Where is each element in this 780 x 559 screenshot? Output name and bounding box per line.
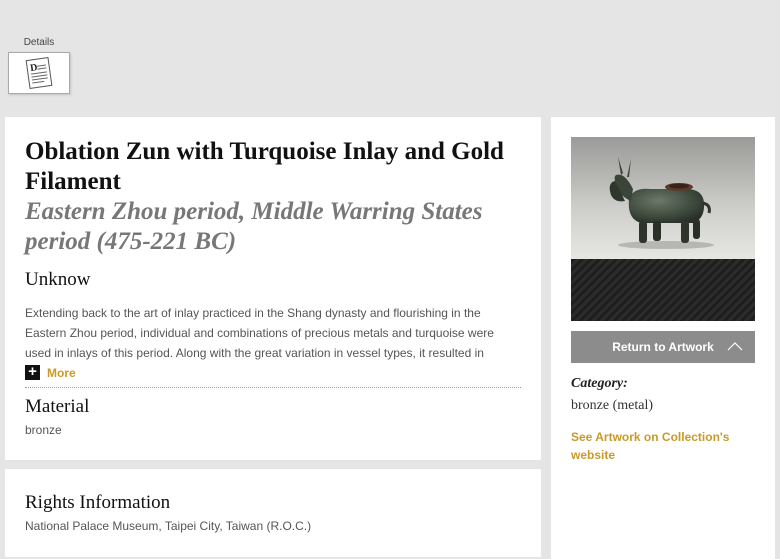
- material-heading: Material: [25, 396, 90, 417]
- return-label: Return to Artwork: [612, 340, 714, 354]
- category-label: Category:: [571, 376, 628, 391]
- divider: [25, 387, 521, 388]
- artwork-thumbnail[interactable]: [571, 137, 755, 321]
- artwork-image: [571, 137, 755, 321]
- material-value: bronze: [25, 423, 62, 437]
- artwork-sidebar: Return to Artwork Category: bronze (meta…: [551, 117, 775, 559]
- more-label: More: [47, 365, 76, 380]
- details-button[interactable]: D: [8, 52, 70, 94]
- see-artwork-link[interactable]: See Artwork on Collection's website: [571, 428, 751, 464]
- rights-value: National Palace Museum, Taipei City, Tai…: [25, 519, 312, 533]
- category-value: bronze (metal): [571, 398, 654, 413]
- return-to-artwork-button[interactable]: Return to Artwork: [571, 331, 755, 363]
- artwork-info-panel: Oblation Zun with Turquoise Inlay and Go…: [5, 117, 541, 460]
- plus-icon: +: [25, 364, 40, 380]
- artwork-artist: Unknow: [25, 269, 91, 290]
- artwork-period: Eastern Zhou period, Middle Warring Stat…: [25, 198, 483, 255]
- document-icon-letter: D: [30, 62, 39, 74]
- rights-heading: Rights Information: [25, 492, 171, 513]
- rights-panel: Rights Information National Palace Museu…: [5, 469, 541, 557]
- document-icon: D: [25, 57, 53, 89]
- artwork-title: Oblation Zun with Turquoise Inlay and Go…: [25, 138, 504, 195]
- details-label: Details: [23, 37, 55, 48]
- more-button[interactable]: + More: [25, 364, 76, 380]
- artwork-description: Extending back to the art of inlay pract…: [25, 306, 494, 360]
- chevron-up-icon: [727, 342, 743, 351]
- details-tab[interactable]: Details D: [8, 37, 70, 94]
